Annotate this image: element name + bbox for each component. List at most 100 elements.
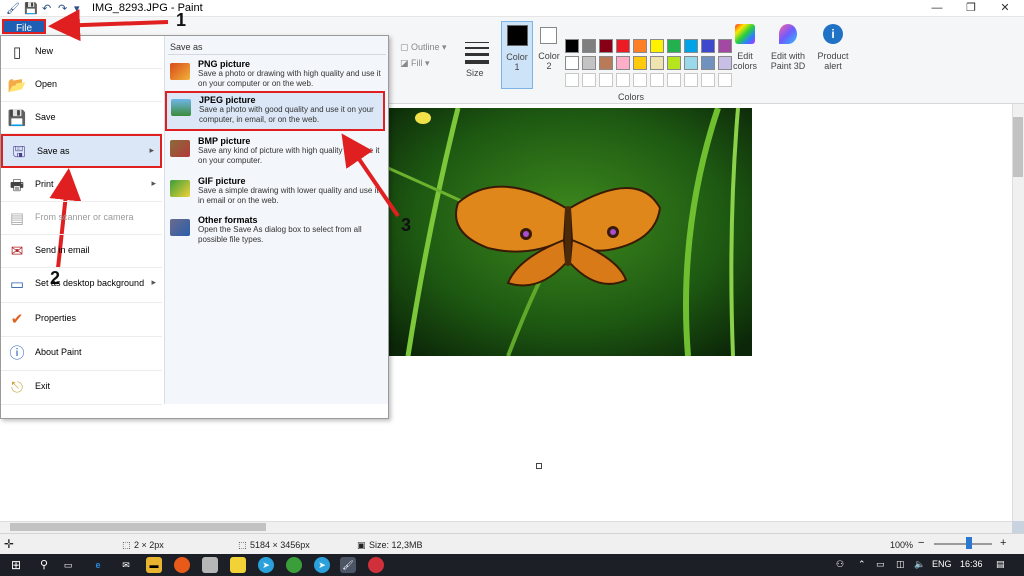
edit-with-paint3d-button[interactable]: Edit with Paint 3D (766, 21, 810, 89)
save-as-bmp-picture[interactable]: BMP picture Save any kind of picture with… (166, 134, 384, 172)
file-menu-item-print[interactable]: 🖶 Print ▸ (1, 169, 162, 202)
fill-dropdown[interactable]: ◪ Fill ▾ (400, 58, 430, 69)
palette-swatch[interactable] (684, 39, 698, 53)
palette-custom-slot[interactable] (565, 73, 579, 87)
customize-toolbar-icon[interactable]: ▾ (74, 2, 80, 15)
palette-swatch[interactable] (599, 39, 613, 53)
colors-group-label: Colors (618, 92, 645, 102)
color2-label-b: 2 (546, 61, 552, 71)
size-line-med (465, 47, 489, 49)
zoom-out-button[interactable]: − (918, 537, 924, 549)
file-menu-item-about-paint[interactable]: ⓘ About Paint (1, 337, 162, 371)
windows-start-icon[interactable]: ⊞ (8, 557, 24, 573)
size-button[interactable]: Size (462, 25, 492, 89)
file-menu-item-properties[interactable]: ✔ Properties (1, 303, 162, 337)
file-menu-item-save-as[interactable]: 🖫 Save as ▸ (1, 134, 162, 168)
notifications-icon[interactable]: ▤ (996, 559, 1005, 570)
color2-button[interactable]: Color 2 (535, 21, 563, 89)
palette-swatch[interactable] (582, 56, 596, 70)
palette-swatch[interactable] (701, 56, 715, 70)
exit-icon: ⎋ (11, 379, 23, 396)
window-title: IMG_8293.JPG - Paint (92, 2, 203, 14)
mail-icon[interactable]: ✉ (118, 557, 134, 573)
palette-swatch[interactable] (650, 56, 664, 70)
palette-swatch[interactable] (701, 39, 715, 53)
telegram-icon[interactable]: ➤ (258, 557, 274, 573)
edit-colors-button[interactable]: Edit colors (730, 21, 760, 89)
undo-icon[interactable]: ↶ (42, 2, 51, 15)
horizontal-scroll-thumb[interactable] (10, 523, 266, 531)
file-menu-item-exit[interactable]: ⎋ Exit (1, 371, 162, 405)
title-bar: 🖌 💾 ↶ ↷ ▾ IMG_8293.JPG - Paint — ❐ ✕ (0, 0, 1024, 17)
color1-label-a: Color (506, 52, 528, 62)
palette-swatch[interactable] (582, 39, 596, 53)
save-as-other-formats[interactable]: Other formats Open the Save As dialog box… (166, 213, 384, 251)
save-as-gif-picture[interactable]: GIF picture Save a simple drawing with lo… (166, 174, 384, 212)
chrome-icon[interactable] (286, 557, 302, 573)
volume-icon[interactable]: 🔈 (914, 559, 925, 570)
palette-custom-slot[interactable] (633, 73, 647, 87)
app-icon-a[interactable] (202, 557, 218, 573)
save-as-jpeg-picture[interactable]: JPEG picture Save a photo with good quali… (165, 91, 385, 131)
palette-custom-slot[interactable] (582, 73, 596, 87)
status-bar: ✛ ⬚ 2 × 2px ⬚ 5184 × 3456px ▣ Size: 12,3… (0, 533, 1024, 554)
file-menu-item-set-as-desktop-background[interactable]: ▭ Set as desktop background ▸ (1, 268, 162, 303)
palette-swatch[interactable] (650, 39, 664, 53)
palette-custom-slot[interactable] (650, 73, 664, 87)
language-indicator[interactable]: ENG (932, 559, 952, 569)
size-line-thin (465, 42, 489, 43)
maximize-button[interactable]: ❐ (954, 0, 988, 17)
brush-size-text: 2 × 2px (134, 540, 164, 550)
palette-swatch[interactable] (684, 56, 698, 70)
clock[interactable]: 16:36 (960, 559, 983, 569)
palette-custom-slot[interactable] (599, 73, 613, 87)
file-menu-item-open[interactable]: 📂 Open (1, 69, 162, 102)
file-menu-item-save[interactable]: 💾 Save (1, 102, 162, 134)
file-explorer-icon[interactable]: ▬ (146, 557, 162, 573)
file-menu-item-send-in-email[interactable]: ✉ Send in email (1, 235, 162, 268)
palette-swatch[interactable] (667, 39, 681, 53)
canvas-resize-handle[interactable] (536, 463, 542, 469)
file-tab[interactable]: File (2, 19, 46, 34)
tray-chevron-icon[interactable]: ⌃ (858, 559, 866, 570)
palette-swatch[interactable] (633, 56, 647, 70)
dimensions-text: 5184 × 3456px (250, 540, 310, 550)
notes-icon[interactable] (230, 557, 246, 573)
firefox-icon[interactable] (174, 557, 190, 573)
minimize-button[interactable]: — (920, 0, 954, 17)
palette-custom-slot[interactable] (616, 73, 630, 87)
product-alert-button[interactable]: i Product alert (814, 21, 852, 89)
zoom-slider-knob[interactable] (966, 537, 972, 549)
file-menu-item-from-scanner-or-camera[interactable]: ▤ From scanner or camera (1, 202, 162, 235)
palette-custom-slot[interactable] (684, 73, 698, 87)
vertical-scroll-thumb[interactable] (1013, 117, 1023, 177)
edge-browser-icon[interactable]: e (90, 557, 106, 573)
palette-custom-slot[interactable] (701, 73, 715, 87)
people-icon[interactable]: ⚇ (836, 559, 844, 570)
network-icon[interactable]: ◫ (896, 559, 905, 570)
palette-custom-slot[interactable] (667, 73, 681, 87)
butterfly-photo[interactable] (388, 108, 752, 356)
palette-swatch[interactable] (599, 56, 613, 70)
outline-dropdown[interactable]: ▢ Outline ▾ (400, 42, 447, 53)
desktop-background-icon: ▭ (9, 276, 25, 293)
telegram-alt-icon[interactable]: ➤ (314, 557, 330, 573)
palette-swatch[interactable] (616, 56, 630, 70)
search-icon[interactable]: ⚲ (36, 557, 52, 573)
color1-button[interactable]: Color 1 (501, 21, 533, 89)
quick-save-icon[interactable]: 💾 (24, 2, 38, 15)
palette-swatch[interactable] (667, 56, 681, 70)
task-view-icon[interactable]: ▭ (60, 557, 76, 573)
close-button[interactable]: ✕ (988, 0, 1022, 17)
zoom-in-button[interactable]: + (1000, 537, 1006, 549)
palette-swatch[interactable] (565, 56, 579, 70)
palette-swatch[interactable] (633, 39, 647, 53)
paint-taskbar-icon[interactable]: 🖌 (340, 557, 356, 573)
palette-swatch[interactable] (565, 39, 579, 53)
app-icon-b[interactable] (368, 557, 384, 573)
save-as-png-picture[interactable]: PNG picture Save a photo or drawing with … (166, 57, 384, 95)
redo-icon[interactable]: ↷ (58, 2, 67, 15)
file-menu-item-new[interactable]: ▯ New (1, 36, 162, 69)
zoom-slider[interactable] (934, 543, 992, 545)
palette-swatch[interactable] (616, 39, 630, 53)
